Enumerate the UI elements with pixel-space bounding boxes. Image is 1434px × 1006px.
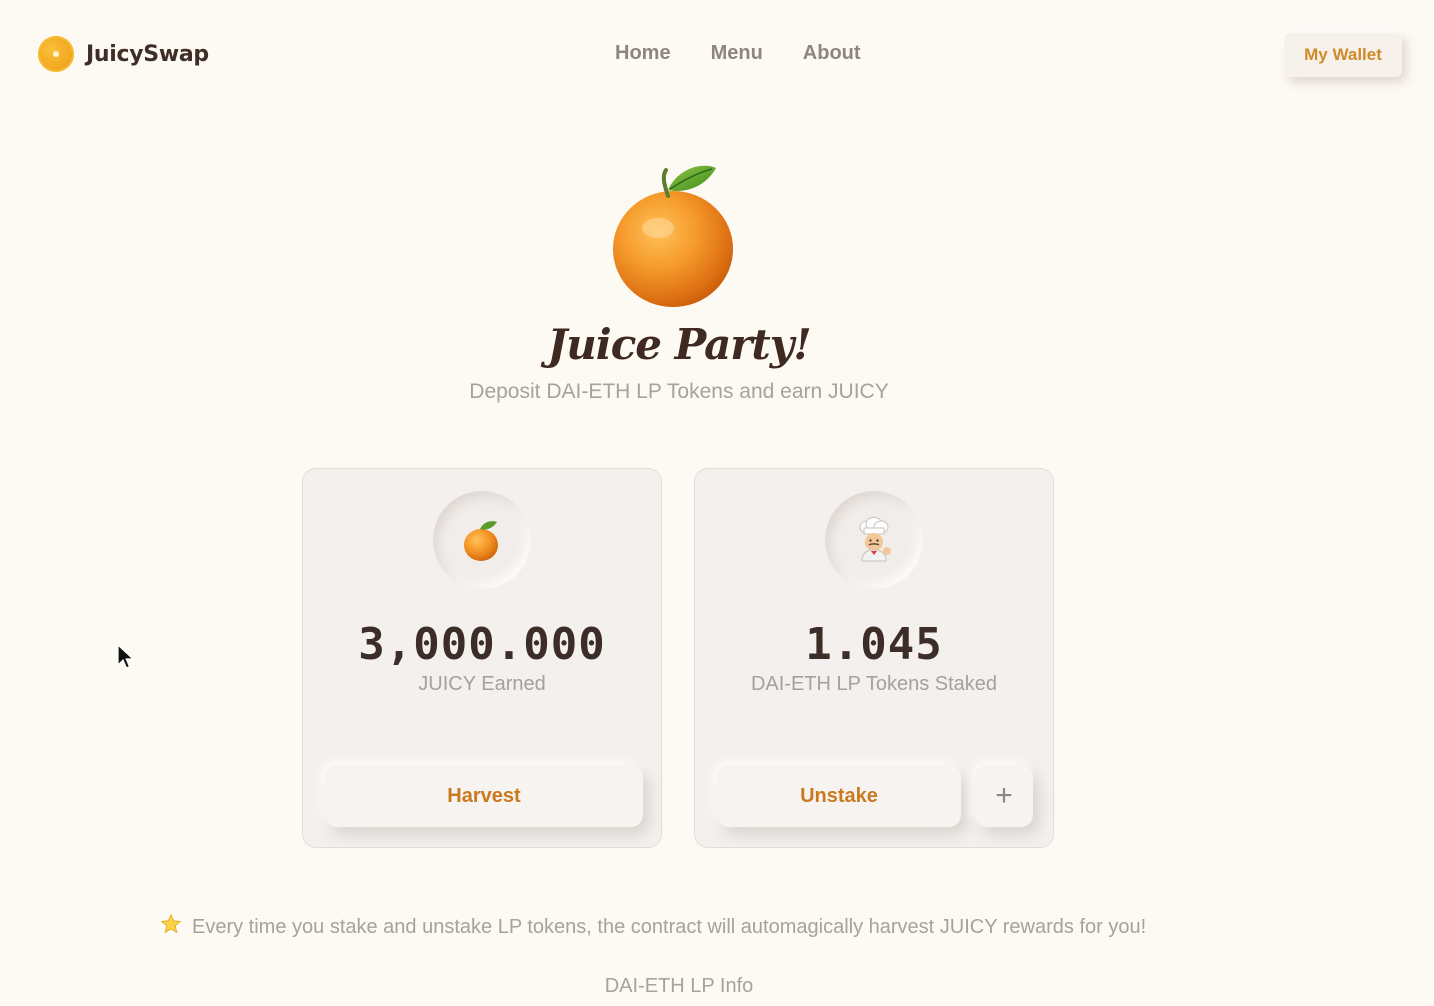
lp-staked-label: DAI-ETH LP Tokens Staked (750, 673, 998, 695)
tip-text: Every time you stake and unstake LP toke… (192, 915, 1147, 938)
brand-logo[interactable]: JuicySwap (38, 36, 209, 72)
lp-info-link[interactable]: DAI-ETH LP Info (0, 975, 1358, 998)
mouse-cursor-icon (117, 643, 135, 675)
orange-logo-icon (38, 36, 74, 72)
my-wallet-button[interactable]: My Wallet (1284, 33, 1402, 77)
star-icon (160, 913, 182, 941)
nav-about-link[interactable]: About (803, 42, 861, 65)
brand-name: JuicySwap (86, 41, 209, 67)
harvest-button[interactable]: Harvest (325, 765, 643, 827)
orange-icon (433, 491, 531, 589)
top-header: JuicySwap Home Menu About My Wallet (0, 0, 1434, 110)
unstake-button[interactable]: Unstake (717, 765, 961, 827)
stake-plus-button[interactable]: + (975, 765, 1033, 827)
juicy-earned-label: JUICY Earned (418, 673, 546, 695)
lp-staked-card: 1.045 DAI-ETH LP Tokens Staked Unstake + (694, 468, 1054, 848)
juicy-earned-value: 3,000.000 (358, 619, 606, 670)
nav-menu-link[interactable]: Menu (711, 42, 763, 65)
chef-icon (825, 491, 923, 589)
harvest-tip: Every time you stake and unstake LP toke… (160, 913, 1146, 941)
juicy-earned-card: 3,000.000 JUICY Earned Harvest (302, 468, 662, 848)
page-subtitle: Deposit DAI-ETH LP Tokens and earn JUICY (469, 380, 889, 403)
orange-icon (606, 160, 740, 310)
page-title: Juice Party! (547, 320, 811, 369)
main-nav: Home Menu About (615, 42, 861, 65)
nav-home-link[interactable]: Home (615, 42, 671, 65)
lp-staked-value: 1.045 (805, 619, 943, 670)
